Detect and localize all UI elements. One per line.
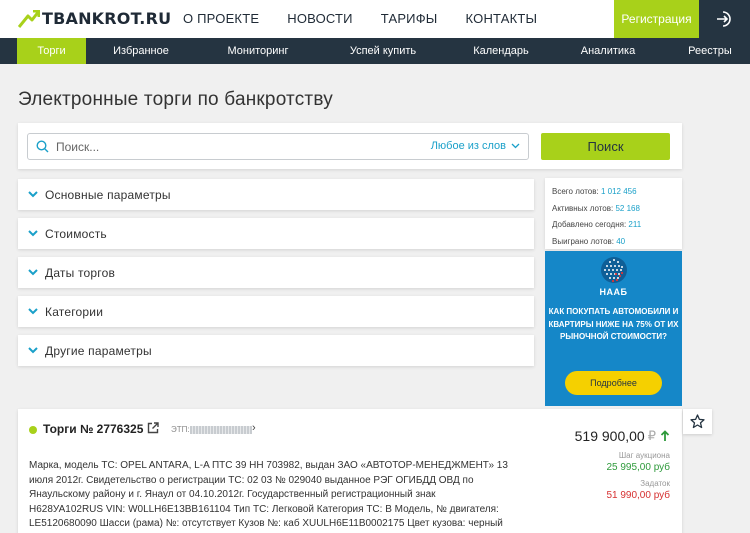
secondary-nav: Торги Избранное Мониторинг Успей купить … xyxy=(0,38,750,64)
lot-title[interactable]: Торги № 2776325 xyxy=(43,422,143,436)
stat-active: Активных лотов: 52 168 xyxy=(552,201,682,218)
lot-card: Торги № 2776325 ЭТП: › Марка, модель ТС:… xyxy=(18,409,682,533)
stat-total: Всего лотов: 1 012 456 xyxy=(552,184,682,201)
page-title: Электронные торги по банкротству xyxy=(18,89,333,110)
etp-value-redacted xyxy=(190,426,252,434)
price-value: 519 900,00 xyxy=(574,428,645,444)
filter-label: Основные параметры xyxy=(45,187,171,202)
stat-value: 52 168 xyxy=(615,203,640,213)
top-header: TBANKROT.RU О ПРОЕКТЕ НОВОСТИ ТАРИФЫ КОН… xyxy=(0,0,750,38)
logo-mark-icon xyxy=(18,9,40,28)
step-value: 25 995,00 руб xyxy=(606,462,670,473)
deposit-value: 51 990,00 руб xyxy=(606,490,670,501)
star-icon xyxy=(690,414,705,429)
globe-icon xyxy=(601,257,627,283)
step-label: Шаг аукциона xyxy=(618,451,670,460)
search-panel: Любое из слов Поиск xyxy=(18,123,682,169)
search-mode-label: Любое из слов xyxy=(430,140,506,152)
filter-label: Категории xyxy=(45,304,104,319)
chevron-down-icon xyxy=(28,347,38,354)
nav-news[interactable]: НОВОСТИ xyxy=(287,11,353,26)
lot-price: 519 900,00 ₽ xyxy=(575,428,670,444)
filter-categories[interactable]: Категории xyxy=(18,296,534,327)
lot-description: Марка, модель ТС: OPEL ANTARA, L-A ПТС 3… xyxy=(29,460,508,529)
filter-dates[interactable]: Даты торгов xyxy=(18,257,534,288)
stat-won: Выиграно лотов: 40 xyxy=(552,234,682,251)
filter-other[interactable]: Другие параметры xyxy=(18,335,534,366)
filter-main-params[interactable]: Основные параметры xyxy=(18,179,534,210)
chevron-down-icon xyxy=(28,308,38,315)
search-input[interactable] xyxy=(56,138,436,156)
stat-label: Активных лотов: xyxy=(552,203,614,213)
register-button[interactable]: Регистрация xyxy=(614,0,699,38)
stats-panel: Всего лотов: 1 012 456 Активных лотов: 5… xyxy=(545,178,682,249)
tab-analytics[interactable]: Аналитика xyxy=(570,38,646,64)
search-mode-select[interactable]: Любое из слов xyxy=(431,140,520,152)
filter-label: Стоимость xyxy=(45,226,107,241)
nav-tariffs[interactable]: ТАРИФЫ xyxy=(381,11,438,26)
top-nav: О ПРОЕКТЕ НОВОСТИ ТАРИФЫ КОНТАКТЫ xyxy=(183,11,565,26)
filter-label: Другие параметры xyxy=(45,343,152,358)
logo-text: TBANKROT.RU xyxy=(42,9,172,28)
banner-text: КАК ПОКУПАТЬ АВТОМОБИЛИ И КВАРТИРЫ НИЖЕ … xyxy=(548,307,679,341)
tab-favorites[interactable]: Избранное xyxy=(100,38,182,64)
tab-auctions[interactable]: Торги xyxy=(17,38,86,64)
tab-hurry-buy[interactable]: Успей купить xyxy=(333,38,433,64)
banner-brand: НААБ xyxy=(599,287,628,297)
stat-label: Добавлено сегодня: xyxy=(552,220,627,229)
chevron-down-icon xyxy=(28,230,38,237)
tab-registries[interactable]: Реестры xyxy=(677,38,743,64)
nav-contacts[interactable]: КОНТАКТЫ xyxy=(466,11,538,26)
stat-value: 40 xyxy=(616,236,626,246)
search-icon xyxy=(36,140,49,153)
chevron-right-icon[interactable]: › xyxy=(252,422,256,434)
deposit-label: Задаток xyxy=(640,479,670,488)
promo-banner[interactable]: НААБ КАК ПОКУПАТЬ АВТОМОБИЛИ И КВАРТИРЫ … xyxy=(545,251,682,406)
search-box: Любое из слов xyxy=(27,133,529,160)
external-link-icon[interactable] xyxy=(147,422,159,434)
stat-value: 211 xyxy=(628,220,642,229)
search-button[interactable]: Поиск xyxy=(541,133,670,160)
etp-label: ЭТП: xyxy=(171,425,190,434)
banner-more-button[interactable]: Подробнее xyxy=(565,371,662,395)
favorite-button[interactable] xyxy=(683,409,712,434)
nav-about[interactable]: О ПРОЕКТЕ xyxy=(183,11,259,26)
stat-label: Всего лотов: xyxy=(552,187,599,196)
currency-symbol: ₽ xyxy=(647,428,656,443)
stat-label: Выиграно лотов: xyxy=(552,236,614,246)
chevron-down-icon xyxy=(28,191,38,198)
filter-price[interactable]: Стоимость xyxy=(18,218,534,249)
logo[interactable]: TBANKROT.RU xyxy=(18,9,171,28)
login-button[interactable] xyxy=(699,0,750,38)
chevron-down-icon xyxy=(28,269,38,276)
status-dot xyxy=(29,426,37,434)
stat-value: 1 012 456 xyxy=(600,187,637,196)
stat-today: Добавлено сегодня: 211 xyxy=(552,217,682,234)
arrow-up-icon xyxy=(660,430,670,442)
tab-calendar[interactable]: Календарь xyxy=(461,38,541,64)
tab-monitoring[interactable]: Мониторинг xyxy=(210,38,306,64)
login-icon xyxy=(716,11,731,27)
chevron-down-icon xyxy=(511,143,520,149)
filter-label: Даты торгов xyxy=(45,265,116,280)
